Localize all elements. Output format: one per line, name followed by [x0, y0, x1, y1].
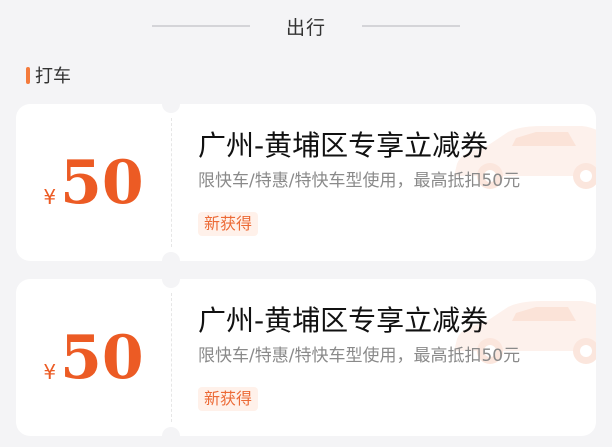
section-title: 出行: [285, 16, 326, 39]
amount-value: 50: [60, 147, 144, 218]
new-badge: 新获得: [198, 387, 259, 411]
currency-symbol: ¥: [43, 359, 57, 384]
coupon-description: 限快车/特惠/特快车型使用，最高抵扣50元: [198, 346, 521, 366]
coupon-divider: [171, 118, 172, 247]
coupon-divider: [171, 293, 172, 422]
currency-symbol: ¥: [43, 184, 57, 209]
new-badge: 新获得: [198, 212, 259, 236]
coupon-card[interactable]: ¥ 50 广州-黄埔区专享立减券 限快车/特惠/特快车型使用，最高抵扣50元 新…: [16, 279, 596, 436]
section-header: 出行: [0, 0, 612, 52]
coupon-amount: ¥ 50: [16, 279, 171, 436]
category-label: 打车: [35, 66, 71, 87]
coupon-title: 广州-黄埔区专享立减券: [198, 304, 489, 337]
coupon-amount: ¥ 50: [16, 104, 171, 261]
divider-line-right: [362, 25, 460, 27]
category-accent-bar: [26, 66, 30, 84]
coupon-description: 限快车/特惠/特快车型使用，最高抵扣50元: [198, 171, 521, 191]
coupon-card[interactable]: ¥ 50 广州-黄埔区专享立减券 限快车/特惠/特快车型使用，最高抵扣50元 新…: [16, 104, 596, 261]
divider-line-left: [151, 25, 250, 27]
category-heading: 打车: [26, 63, 71, 87]
coupon-title: 广州-黄埔区专享立减券: [198, 129, 489, 162]
amount-value: 50: [60, 322, 144, 393]
